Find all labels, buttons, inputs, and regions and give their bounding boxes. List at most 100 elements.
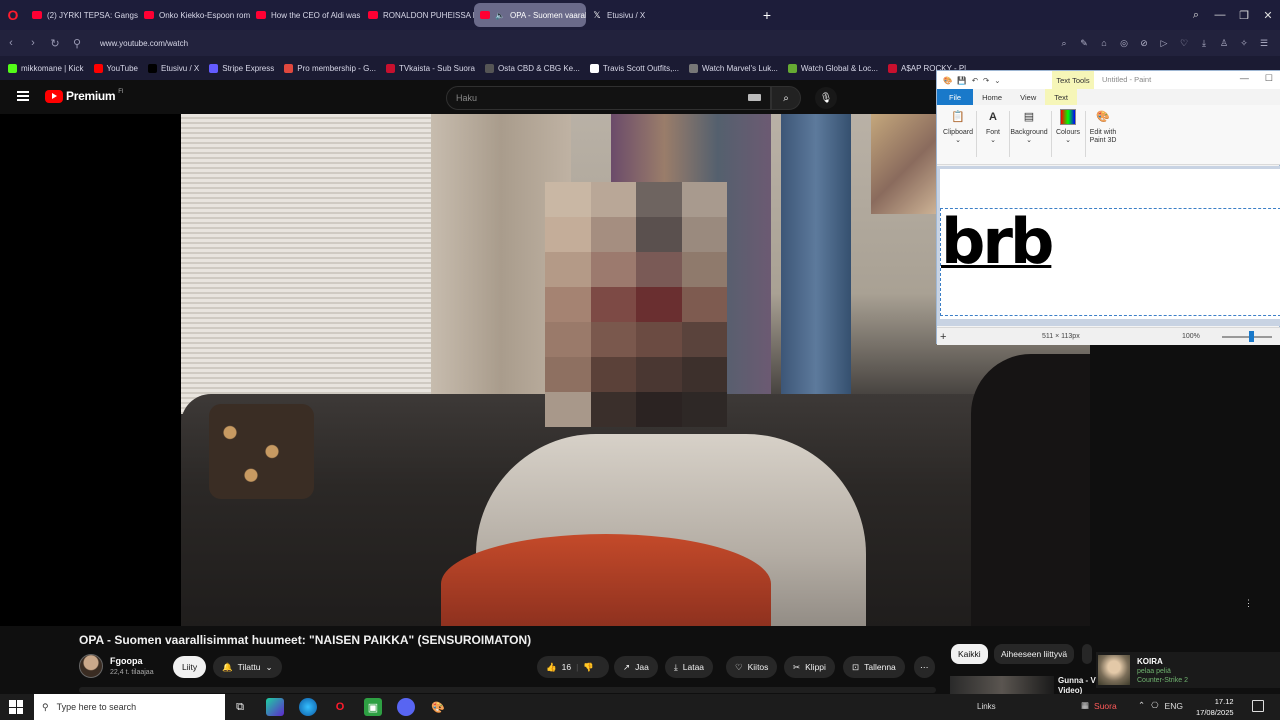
activity-notification[interactable]: KOIRA pelaa peliä Counter-Strike 2 — [1096, 652, 1280, 688]
download-button[interactable]: ⤓ Lataa — [665, 656, 714, 678]
app-icon[interactable]: ▣ — [364, 698, 382, 716]
redo-icon[interactable]: ↷ — [983, 76, 989, 85]
menu-icon[interactable] — [17, 91, 29, 101]
minimize-icon[interactable]: — — [1208, 9, 1232, 21]
browser-tab[interactable]: RONALDON PUHEISSA El — [362, 3, 474, 27]
zoom-slider[interactable] — [1222, 336, 1272, 338]
clip-button[interactable]: ✂ Klippi — [784, 656, 835, 678]
bookmark-item[interactable]: YouTube — [93, 63, 138, 73]
filter-chip-more[interactable] — [1082, 644, 1092, 664]
play-icon[interactable]: ▷ — [1158, 38, 1170, 49]
lock-icon[interactable]: ⚲ — [66, 37, 88, 50]
vpn-icon[interactable]: ◎ — [1118, 38, 1130, 49]
browser-tab[interactable]: 𝕏 Etusivu / X — [586, 3, 698, 27]
filter-chip-related[interactable]: Aiheeseen liittyvä — [994, 644, 1075, 664]
x-favicon-icon: 𝕏 — [593, 10, 601, 20]
customize-quick-access-icon[interactable]: ⌄ — [994, 76, 1000, 85]
channel-name[interactable]: Fgoopa — [110, 656, 143, 666]
save-button[interactable]: ⊡ Tallenna — [843, 656, 905, 678]
thanks-button[interactable]: ♡ Kiitos — [726, 656, 778, 678]
browser-tab[interactable]: Onko Kiekko-Espoon rom — [138, 3, 250, 27]
easy-setup-icon[interactable]: ☰ — [1258, 38, 1270, 49]
edit-with-paint3d-button[interactable]: 🎨 Edit with Paint 3D — [1085, 109, 1121, 159]
bookmark-item[interactable]: Pro membership - G... — [284, 63, 376, 73]
background-group[interactable]: ▤ Background ⌄ — [1009, 109, 1049, 159]
windows-start-icon[interactable] — [9, 700, 23, 714]
edge-icon[interactable] — [299, 698, 317, 716]
minimize-icon[interactable]: — — [1240, 73, 1249, 84]
channel-avatar[interactable] — [79, 654, 103, 678]
bookmark-item[interactable]: Etusivu / X — [147, 63, 199, 73]
bookmark-item[interactable]: Stripe Express — [209, 63, 274, 73]
account-icon[interactable]: ♙ — [1218, 38, 1230, 49]
notification-avatar — [1098, 655, 1130, 685]
live-indicator[interactable]: ▦ Suora — [1081, 700, 1117, 711]
task-view-icon[interactable]: ⧉ — [231, 698, 249, 716]
bookmark-item[interactable]: Watch Global & Loc... — [787, 63, 878, 73]
voice-search-button[interactable]: 🎙 — [815, 87, 837, 109]
browser-tab[interactable]: How the CEO of Aldi was — [250, 3, 362, 27]
ribbon-tab-file[interactable]: File — [937, 89, 974, 105]
keyboard-icon[interactable] — [748, 94, 761, 101]
subscribe-button[interactable]: 🔔 Tilattu ⌄ — [213, 656, 282, 678]
dislike-icon[interactable]: 👎 — [583, 662, 594, 673]
new-tab-button[interactable]: + — [758, 6, 776, 24]
video-settings-icon[interactable]: ⋮ — [1244, 598, 1253, 609]
colours-group[interactable]: Colours ⌄ — [1051, 109, 1085, 159]
extension-icon[interactable]: ✧ — [1238, 38, 1250, 49]
canvas-text[interactable]: brb — [941, 211, 1054, 273]
back-icon[interactable]: ‹ — [0, 37, 22, 49]
bookmark-item[interactable]: Watch Marvel's Luk... — [688, 63, 778, 73]
ribbon-tab-view[interactable]: View — [1011, 89, 1045, 105]
share-button[interactable]: ↗ Jaa — [614, 656, 658, 678]
filter-chip-all[interactable]: Kaikki — [951, 644, 988, 664]
bookmark-item[interactable]: Osta CBD & CBG Ke... — [485, 63, 580, 73]
restore-icon[interactable]: ❐ — [1232, 9, 1256, 22]
edit-icon[interactable]: ✎ — [1078, 38, 1090, 49]
paint-taskbar-icon[interactable]: 🎨 — [429, 698, 447, 716]
notifications-icon[interactable] — [1252, 700, 1264, 712]
like-icon[interactable]: 👍 — [546, 662, 557, 673]
zoom-icon[interactable]: ⌕ — [1058, 38, 1070, 49]
network-icon[interactable]: ⎔ — [1151, 700, 1158, 711]
ribbon-tab-home[interactable]: Home — [973, 89, 1011, 105]
adblock-icon[interactable]: ⊘ — [1138, 38, 1150, 49]
browser-tab[interactable]: (2) JYRKI TEPSA: Gangsteri — [26, 3, 138, 27]
forward-icon[interactable]: › — [22, 37, 44, 49]
heart-icon[interactable]: ♡ — [1178, 38, 1190, 49]
font-group[interactable]: A Font ⌄ — [976, 109, 1010, 159]
copilot-icon[interactable] — [266, 698, 284, 716]
opera-icon[interactable]: O — [331, 698, 349, 716]
tray-chevron-icon[interactable]: ⌃ — [1138, 700, 1145, 711]
bookmark-item[interactable]: TVkaista - Sub Suora — [385, 63, 475, 73]
undo-icon[interactable]: ↶ — [972, 76, 978, 85]
more-actions-button[interactable]: ⋯ — [914, 656, 935, 678]
clock[interactable]: 17.12 17/08/2025 — [1196, 696, 1234, 718]
ribbon-tab-text[interactable]: Text — [1045, 89, 1077, 105]
youtube-logo[interactable]: Premium FI — [45, 89, 124, 103]
discord-icon[interactable] — [397, 698, 415, 716]
download-icon[interactable]: ⤓ — [1198, 38, 1210, 49]
zoom-slider-handle[interactable] — [1249, 331, 1254, 342]
recommended-video-thumbnail[interactable] — [950, 676, 1054, 694]
reload-icon[interactable]: ↻ — [44, 37, 66, 50]
maximize-icon[interactable]: ☐ — [1265, 73, 1273, 84]
url-field[interactable]: www.youtube.com/watch — [100, 39, 188, 48]
quick-save-icon[interactable]: 💾 — [957, 76, 966, 85]
language-indicator[interactable]: ENG — [1165, 701, 1183, 711]
search-button[interactable]: ⌕ — [771, 86, 801, 110]
close-icon[interactable]: ✕ — [1256, 9, 1280, 22]
recommended-video-title[interactable]: Gunna - V Video) — [1058, 676, 1096, 696]
image-size: 511 × 113px — [1042, 333, 1080, 340]
links-toolbar[interactable]: Links — [977, 702, 996, 711]
search-tabs-icon[interactable]: ⌕ — [1184, 9, 1208, 22]
search-input[interactable]: Haku — [446, 86, 771, 110]
taskbar-search[interactable]: ⚲ Type here to search — [34, 694, 225, 720]
bookmark-item[interactable]: Travis Scott Outfits,... — [589, 63, 679, 73]
home-icon[interactable]: ⌂ — [1098, 38, 1110, 48]
clipboard-group[interactable]: 📋 Clipboard ⌄ — [941, 109, 975, 159]
opera-logo-icon[interactable]: O — [0, 0, 26, 30]
bookmark-item[interactable]: mikkomane | Kick — [8, 63, 84, 73]
join-button[interactable]: Liity — [173, 656, 207, 678]
browser-tab-active[interactable]: 🔈 OPA - Suomen vaarall — [474, 3, 586, 27]
